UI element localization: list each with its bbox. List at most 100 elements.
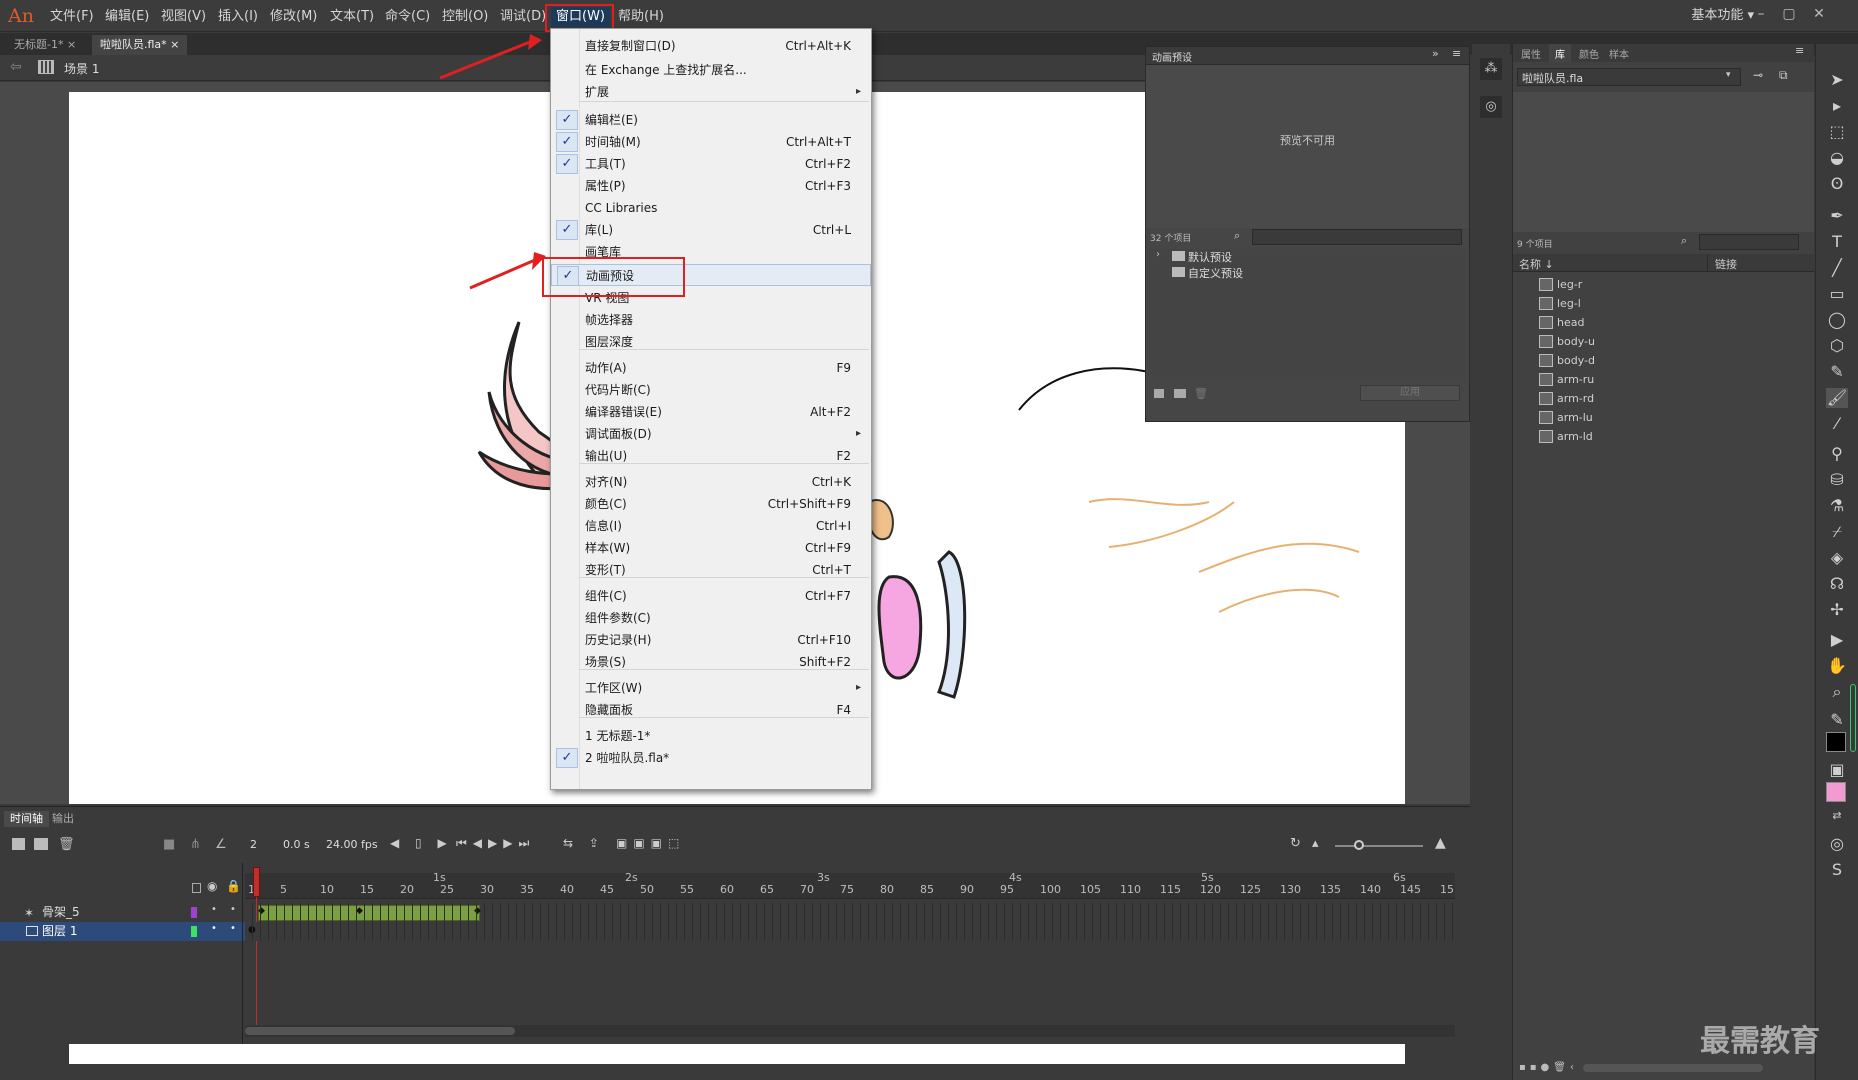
playhead[interactable] xyxy=(253,867,260,897)
menu-modify[interactable]: 修改(M) xyxy=(270,8,317,26)
new-folder-icon[interactable] xyxy=(1174,389,1186,398)
layer-depth-icon[interactable]: ⋔ xyxy=(190,837,201,852)
library-search-input[interactable] xyxy=(1699,234,1799,250)
menu-item-12[interactable]: 帧选择器 xyxy=(551,309,871,331)
folder-custom-presets[interactable]: 自定义预设 xyxy=(1188,265,1243,281)
menu-item-24[interactable]: 组件(C) Ctrl+F7 xyxy=(551,585,871,607)
new-library-panel-icon[interactable]: ⧉ xyxy=(1779,68,1788,83)
refresh-icon[interactable]: ↻ xyxy=(1290,836,1301,851)
menu-item-21[interactable]: 信息(I) Ctrl+I xyxy=(551,515,871,537)
library-item[interactable]: body-d xyxy=(1513,351,1813,370)
tab-untitled[interactable]: 无标题-1* × xyxy=(6,35,84,55)
menu-item-2[interactable]: 扩展 ▸ xyxy=(551,81,871,103)
menu-item-20[interactable]: 颜色(C) Ctrl+Shift+F9 xyxy=(551,493,871,515)
subselection-tool-icon[interactable]: ▸ xyxy=(1826,96,1848,116)
tab-library[interactable]: 库 xyxy=(1549,44,1571,62)
layer-row-layer1[interactable]: 图层 1 • • ● xyxy=(0,922,1455,941)
folder-icon[interactable] xyxy=(34,838,48,850)
menu-item-5[interactable]: ✓ 工具(T) Ctrl+F2 xyxy=(551,153,871,175)
menu-item-16[interactable]: 编译器错误(E) Alt+F2 xyxy=(551,401,871,423)
menu-item-14[interactable]: 动作(A) F9 xyxy=(551,357,871,379)
swap-colors-icon[interactable]: ⇄ xyxy=(1826,806,1848,826)
new-preset-icon[interactable] xyxy=(1154,389,1164,398)
maximize-icon[interactable]: ▢ xyxy=(1776,4,1802,24)
panel-menu-icon[interactable]: ≡ xyxy=(1795,44,1804,57)
tab-output[interactable]: 输出 xyxy=(46,811,80,827)
eye-icon[interactable]: ◉ xyxy=(207,879,217,893)
menu-text[interactable]: 文本(T) xyxy=(330,8,374,26)
menu-file[interactable]: 文件(F) xyxy=(50,8,94,26)
menu-edit[interactable]: 编辑(E) xyxy=(105,8,149,26)
fill-color-swatch[interactable] xyxy=(1826,782,1846,802)
workspace-switcher[interactable]: 基本功能 ▾ xyxy=(1691,7,1754,25)
column-name[interactable]: 名称 ↓ xyxy=(1519,256,1554,272)
layer-name[interactable]: 图层 1 xyxy=(42,922,77,941)
search-icon[interactable]: ⌕ xyxy=(1681,234,1687,248)
panel-menu-icon[interactable]: ≡ xyxy=(1452,47,1461,60)
menu-item-31[interactable]: ✓ 2 啦啦队员.fla* xyxy=(551,747,871,769)
menu-view[interactable]: 视图(V) xyxy=(161,8,206,26)
menu-commands[interactable]: 命令(C) xyxy=(385,8,430,26)
menu-item-25[interactable]: 组件参数(C) xyxy=(551,607,871,629)
zoom-large-icon[interactable]: ▲ xyxy=(1435,835,1446,851)
zoom-small-icon[interactable]: ▴ xyxy=(1312,836,1319,851)
library-item[interactable]: leg-l xyxy=(1513,294,1813,313)
zoom-tool-icon[interactable]: ⌕ xyxy=(1826,682,1848,702)
pen-icon[interactable]: ✒ xyxy=(1826,206,1848,226)
keyframe-empty[interactable]: ● xyxy=(248,925,256,935)
asset-warp-icon[interactable]: ✢ xyxy=(1826,600,1848,620)
menu-control[interactable]: 控制(O) xyxy=(442,8,488,26)
snap-icon[interactable]: ◎ xyxy=(1826,834,1848,854)
library-item[interactable]: arm-lu xyxy=(1513,408,1813,427)
menu-item-17[interactable]: 调试面板(D) ▸ xyxy=(551,423,871,445)
tab-color[interactable]: 颜色 xyxy=(1579,46,1599,61)
scroll-thumb[interactable] xyxy=(245,1027,515,1035)
timeline-hscrollbar[interactable] xyxy=(245,1025,1455,1037)
layer-row-armature[interactable]: ✶ 骨架_5 • • ◆ ◆ ◆ xyxy=(0,903,1455,922)
menu-item-1[interactable]: 在 Exchange 上查找扩展名... xyxy=(551,59,871,81)
motion-presets-icon[interactable]: ⁂ xyxy=(1480,58,1502,80)
tab-swatches[interactable]: 样本 xyxy=(1609,46,1629,61)
menu-item-22[interactable]: 样本(W) Ctrl+F9 xyxy=(551,537,871,559)
lasso-icon[interactable]: ʘ xyxy=(1826,174,1848,194)
onion-skin-controls[interactable]: ▣▣▣⬚ xyxy=(616,836,685,850)
smooth-icon[interactable]: S xyxy=(1826,860,1848,880)
library-item[interactable]: head xyxy=(1513,313,1813,332)
graph-icon[interactable]: ∠ xyxy=(215,837,227,852)
search-icon[interactable]: ⌕ xyxy=(1234,229,1240,243)
tab-properties[interactable]: 属性 xyxy=(1521,46,1541,61)
library-item[interactable]: arm-ld xyxy=(1513,427,1813,446)
tab-close-icon[interactable]: × xyxy=(67,38,76,51)
free-transform-icon[interactable]: ⬚ xyxy=(1826,122,1848,142)
lock-icon[interactable]: 🔒 xyxy=(226,879,241,893)
eraser-icon[interactable]: ◈ xyxy=(1826,548,1848,568)
visibility-dot-icon[interactable]: • xyxy=(211,923,217,934)
trash-icon[interactable]: 🗑 xyxy=(1194,387,1208,400)
library-item[interactable]: arm-ru xyxy=(1513,370,1813,389)
paint-brush-icon[interactable]: 🖌 xyxy=(1826,388,1848,408)
library-item[interactable]: arm-rd xyxy=(1513,389,1813,408)
column-linkage[interactable]: 链接 xyxy=(1715,256,1737,272)
hand-tool-icon[interactable]: ✋ xyxy=(1826,656,1848,676)
visibility-dot-icon[interactable]: • xyxy=(211,904,217,915)
menu-item-30[interactable]: 1 无标题-1* xyxy=(551,725,871,747)
current-frame[interactable]: 2 xyxy=(250,838,257,851)
text-tool-icon[interactable]: T xyxy=(1826,232,1848,252)
layer-color-swatch[interactable] xyxy=(191,907,197,918)
layer-color-swatch[interactable] xyxy=(191,926,197,937)
menu-item-7[interactable]: CC Libraries xyxy=(551,197,871,219)
brush-size-slider[interactable] xyxy=(1850,684,1856,752)
search-input[interactable] xyxy=(1252,229,1462,245)
keyframe-start[interactable]: ◆ xyxy=(258,906,265,916)
lock-dot-icon[interactable]: • xyxy=(230,904,236,915)
camera-tool-icon[interactable]: ▶ xyxy=(1826,630,1848,650)
minimize-icon[interactable]: – xyxy=(1748,4,1774,24)
trash-icon[interactable]: 🗑 xyxy=(58,837,75,852)
rectangle-tool-icon[interactable]: ▭ xyxy=(1826,284,1848,304)
library-item[interactable]: leg-r xyxy=(1513,275,1813,294)
width-tool-icon[interactable]: ☊ xyxy=(1826,574,1848,594)
line-tool-icon[interactable]: ╱ xyxy=(1826,258,1848,278)
stroke-color-icon[interactable]: ✎ xyxy=(1826,710,1848,730)
menu-item-26[interactable]: 历史记录(H) Ctrl+F10 xyxy=(551,629,871,651)
ink-bottle-icon[interactable]: ⚗ xyxy=(1826,496,1848,516)
